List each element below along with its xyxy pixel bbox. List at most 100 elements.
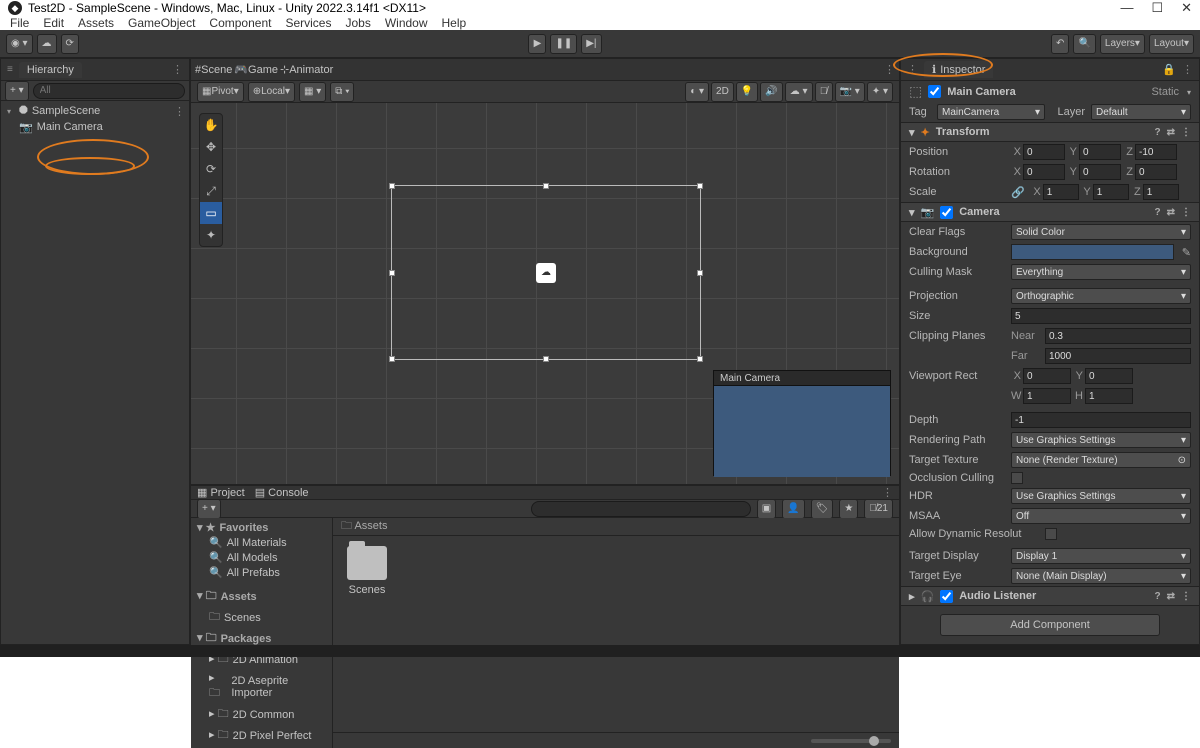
near-field[interactable]: [1045, 328, 1191, 344]
hierarchy-search[interactable]: [33, 83, 185, 99]
assets-scenes[interactable]: 🗀 Scenes: [195, 607, 328, 628]
hidden-count[interactable]: 👁̸21: [864, 499, 893, 519]
camera-gizmo-icon[interactable]: ☁: [536, 263, 556, 283]
scene-view[interactable]: ✋ ✥ ⟳ ⤢ ▭ ✦ ☁: [191, 103, 899, 484]
vp-x[interactable]: [1023, 368, 1071, 384]
fav-all-materials[interactable]: 🔍 All Materials: [195, 535, 328, 550]
inspector-tab[interactable]: ℹ Inspector: [924, 61, 993, 78]
menu-icon[interactable]: ⋮: [1181, 127, 1191, 138]
grid-toggle[interactable]: ▦ ▾: [299, 82, 326, 102]
favorites-header[interactable]: ▾ ★ Favorites: [195, 520, 328, 535]
menu-assets[interactable]: Assets: [78, 16, 114, 30]
2d-toggle[interactable]: 2D: [711, 82, 734, 102]
rendering-path-dropdown[interactable]: Use Graphics Settings▾: [1011, 432, 1191, 448]
eyedropper-icon[interactable]: ✎: [1182, 246, 1191, 259]
maximize-button[interactable]: ☐: [1151, 0, 1163, 16]
draw-mode[interactable]: ◐ ▾: [685, 82, 709, 102]
assets-header[interactable]: ▾ 🗀 Assets: [195, 586, 328, 607]
hand-tool[interactable]: ✋: [200, 114, 222, 136]
layout-dropdown[interactable]: Layout ▾: [1149, 34, 1194, 54]
lock-icon[interactable]: 🔒: [1162, 63, 1176, 76]
menu-services[interactable]: Services: [285, 16, 331, 30]
rect-tool[interactable]: ▭: [200, 202, 222, 224]
scl-x[interactable]: [1043, 184, 1079, 200]
hierarchy-item-main-camera[interactable]: 📷 Main Camera: [5, 119, 185, 135]
pause-button[interactable]: ❚❚: [550, 34, 577, 54]
filter-label-icon[interactable]: 🏷: [811, 499, 834, 519]
transform-tool[interactable]: ✦: [200, 224, 222, 246]
menu-icon[interactable]: ⋮: [1181, 591, 1191, 602]
vp-w[interactable]: [1023, 388, 1071, 404]
clear-flags-dropdown[interactable]: Solid Color▾: [1011, 224, 1191, 240]
scl-z[interactable]: [1143, 184, 1179, 200]
hierarchy-tab[interactable]: Hierarchy: [19, 62, 82, 78]
rot-x[interactable]: [1023, 164, 1065, 180]
add-component-button[interactable]: Add Component: [940, 614, 1160, 636]
minimize-button[interactable]: —: [1120, 0, 1133, 16]
menu-icon[interactable]: ⋮: [1181, 207, 1191, 218]
vp-h[interactable]: [1085, 388, 1133, 404]
move-tool[interactable]: ✥: [200, 136, 222, 158]
menu-help[interactable]: Help: [442, 16, 467, 30]
tab-animator[interactable]: ⊹Animator: [280, 63, 333, 76]
menu-window[interactable]: Window: [385, 16, 428, 30]
account-button[interactable]: ◉ ▾: [6, 34, 33, 54]
tag-dropdown[interactable]: MainCamera▾: [937, 104, 1045, 120]
rotate-tool[interactable]: ⟳: [200, 158, 222, 180]
undo-history-button[interactable]: ↶: [1051, 34, 1069, 54]
zoom-slider[interactable]: [811, 739, 891, 743]
tab-console[interactable]: ▤ Console: [255, 486, 309, 499]
rot-y[interactable]: [1079, 164, 1121, 180]
menu-jobs[interactable]: Jobs: [345, 16, 370, 30]
folder-scenes[interactable]: Scenes: [343, 546, 391, 596]
gameobject-enabled[interactable]: [928, 85, 941, 98]
pkg-2d-aseprite[interactable]: ▸ 🗀 2D Aseprite Importer: [195, 670, 328, 704]
gameobject-name[interactable]: Main Camera: [947, 86, 1145, 98]
scale-tool[interactable]: ⤢: [200, 180, 222, 202]
size-field[interactable]: [1011, 308, 1191, 324]
scene-row[interactable]: ▾ ⯃ SampleScene ⋮: [5, 103, 185, 119]
layers-dropdown[interactable]: Layers ▾: [1100, 34, 1145, 54]
menu-file[interactable]: File: [10, 16, 29, 30]
target-texture-field[interactable]: None (Render Texture)⊙: [1011, 452, 1191, 468]
fav-all-models[interactable]: 🔍 All Models: [195, 550, 328, 565]
audio-listener-enabled[interactable]: [940, 590, 953, 603]
link-icon[interactable]: 🔗: [1011, 186, 1025, 199]
tab-game[interactable]: 🎮Game: [234, 63, 278, 76]
menu-component[interactable]: Component: [209, 16, 271, 30]
cloud-button[interactable]: ☁: [37, 34, 57, 54]
rot-z[interactable]: [1135, 164, 1177, 180]
hidden-toggle[interactable]: 👁̸: [815, 82, 833, 102]
vp-y[interactable]: [1085, 368, 1133, 384]
allow-dynamic-checkbox[interactable]: [1045, 528, 1057, 540]
scl-y[interactable]: [1093, 184, 1129, 200]
occlusion-checkbox[interactable]: [1011, 472, 1023, 484]
create-dropdown[interactable]: + ▾: [5, 81, 29, 101]
version-control-button[interactable]: ⟳: [61, 34, 79, 54]
menu-gameobject[interactable]: GameObject: [128, 16, 195, 30]
close-button[interactable]: ✕: [1181, 0, 1192, 16]
preset-icon[interactable]: ⇄: [1167, 591, 1175, 602]
breadcrumb[interactable]: 🗀 Assets: [341, 517, 387, 536]
target-display-dropdown[interactable]: Display 1▾: [1011, 548, 1191, 564]
camera-bounds[interactable]: ☁: [391, 185, 701, 360]
audio-listener-header[interactable]: ▸🎧 Audio Listener ?⇄⋮: [901, 586, 1199, 606]
preset-icon[interactable]: ⇄: [1167, 127, 1175, 138]
help-icon[interactable]: ?: [1155, 591, 1161, 602]
transform-header[interactable]: ▾✦ Transform ?⇄⋮: [901, 122, 1199, 142]
menu-edit[interactable]: Edit: [43, 16, 64, 30]
layer-dropdown[interactable]: Default▾: [1091, 104, 1191, 120]
camera-enabled[interactable]: [940, 206, 953, 219]
pkg-2d-common[interactable]: ▸ 🗀 2D Common: [195, 704, 328, 725]
background-color[interactable]: [1011, 244, 1174, 260]
project-create[interactable]: + ▾: [197, 499, 221, 519]
panel-menu-icon[interactable]: ⋮: [1182, 63, 1193, 76]
panel-menu-icon[interactable]: ⋮: [882, 486, 893, 499]
assets-grid[interactable]: Scenes: [333, 536, 899, 732]
audio-toggle[interactable]: 🔊: [760, 82, 782, 102]
hdr-dropdown[interactable]: Use Graphics Settings▾: [1011, 488, 1191, 504]
panel-menu-icon[interactable]: ⋮: [884, 63, 895, 76]
fx-toggle[interactable]: ☁ ▾: [785, 82, 813, 102]
lighting-toggle[interactable]: 💡: [736, 82, 758, 102]
tool-handle-pivot[interactable]: ▦ Pivot ▾: [197, 82, 244, 102]
